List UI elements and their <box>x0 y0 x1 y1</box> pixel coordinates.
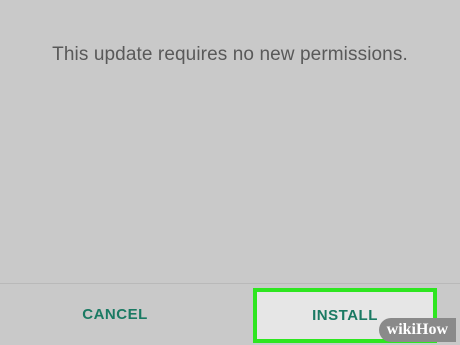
wikihow-watermark: wiki How <box>378 318 456 342</box>
watermark-wiki-text: wiki <box>386 321 416 338</box>
watermark-how-text: How <box>416 321 448 338</box>
cancel-button[interactable]: CANCEL <box>50 284 180 345</box>
permissions-dialog: This update requires no new permissions.… <box>0 0 460 345</box>
permissions-message: This update requires no new permissions. <box>52 44 408 65</box>
